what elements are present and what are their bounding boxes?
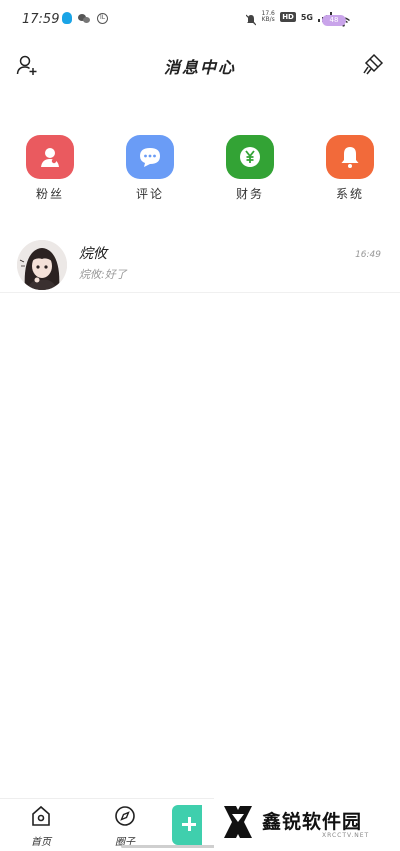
status-time: 17:59 <box>22 12 60 27</box>
app-badge-icon: IL <box>97 12 108 24</box>
bell-icon <box>326 135 374 179</box>
watermark-logo-icon <box>224 806 252 838</box>
category-system[interactable]: 系统 <box>320 135 380 202</box>
hd-badge: HD <box>280 12 296 22</box>
category-finance[interactable]: 财务 <box>220 135 280 202</box>
avatar <box>17 240 67 290</box>
status-bar: 17:59 IL 17.6 KB/s HD 5G 48 <box>0 0 400 40</box>
category-comments[interactable]: 评论 <box>120 135 180 202</box>
qq-icon <box>62 12 72 24</box>
person-icon <box>26 135 74 179</box>
clear-unread-icon[interactable] <box>362 53 384 75</box>
nav-circle[interactable]: 圈子 <box>105 805 145 848</box>
category-label: 粉丝 <box>35 187 64 201</box>
conversation-item[interactable]: 烷攸 烷攸:好了 16:49 <box>0 236 400 293</box>
conversation-preview: 烷攸:好了 <box>79 268 127 281</box>
publish-button[interactable] <box>172 805 202 845</box>
wechat-icon <box>78 13 91 24</box>
compass-icon <box>115 806 135 826</box>
page-title: 消息中心 <box>163 58 236 77</box>
notification-icons: IL <box>62 12 108 24</box>
plus-icon <box>182 817 196 831</box>
yuan-icon <box>226 135 274 179</box>
battery-indicator: 48 <box>322 15 346 26</box>
net-speed: 17.6 KB/s <box>261 10 275 23</box>
nav-home-label: 首页 <box>31 837 51 848</box>
app-header: 消息中心 <box>0 48 400 84</box>
mute-bell-icon <box>245 11 257 26</box>
watermark: 鑫锐软件园 XRCCTV.NET <box>214 798 400 850</box>
conversation-name: 烷攸 <box>79 246 107 262</box>
network-type: 5G <box>300 12 313 22</box>
category-label: 评论 <box>135 187 164 201</box>
category-fans[interactable]: 粉丝 <box>20 135 80 202</box>
category-label: 系统 <box>335 187 364 201</box>
nav-home[interactable]: 首页 <box>21 805 61 848</box>
watermark-site: XRCCTV.NET <box>322 832 370 839</box>
conversation-time: 16:49 <box>355 250 381 260</box>
comment-icon <box>126 135 174 179</box>
watermark-brand: 鑫锐软件园 <box>262 811 363 833</box>
message-categories: 粉丝 评论 财务 系统 <box>0 135 400 205</box>
category-label: 财务 <box>235 187 264 201</box>
home-icon <box>32 805 50 826</box>
